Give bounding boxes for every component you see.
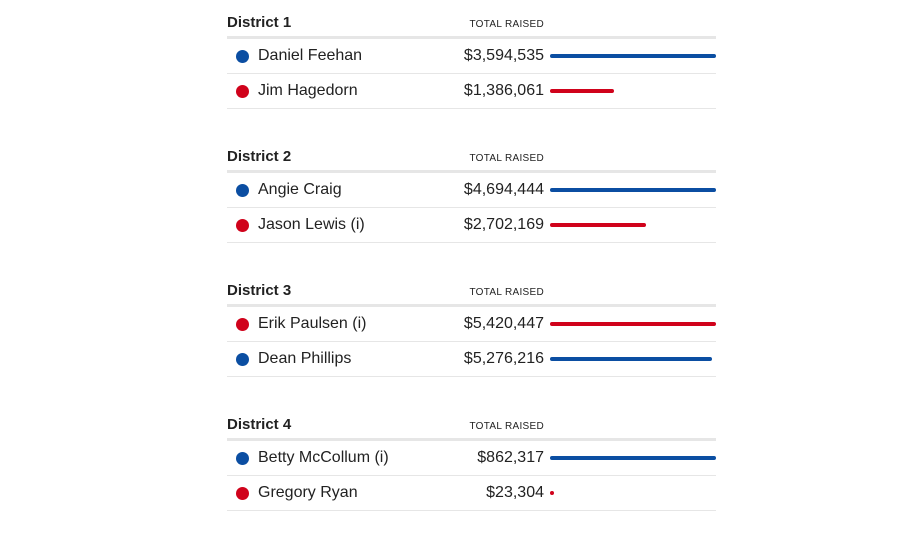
candidate-name: Dean Phillips <box>258 350 352 367</box>
district-header: District 1 TOTAL RAISED <box>227 10 716 39</box>
fundraising-chart: District 1 TOTAL RAISED Daniel Feehan $3,59… <box>227 10 716 546</box>
fundraising-bar <box>550 491 554 495</box>
fundraising-bar <box>550 322 716 326</box>
district-title: District 1 <box>227 14 292 31</box>
party-dot-icon <box>236 85 249 98</box>
total-raised-value: $4,694,444 <box>463 181 544 198</box>
district-title: District 4 <box>227 416 292 433</box>
party-dot-icon <box>236 50 249 63</box>
party-dot-icon <box>236 452 249 465</box>
total-raised-value: $23,304 <box>486 484 544 501</box>
candidate-name: Erik Paulsen (i) <box>258 315 367 332</box>
district-header: District 2 TOTAL RAISED <box>227 144 716 173</box>
district-header: District 3 TOTAL RAISED <box>227 278 716 307</box>
candidate-row: Daniel Feehan $3,594,535 <box>227 39 716 74</box>
party-dot-icon <box>236 353 249 366</box>
candidate-row: Gregory Ryan $23,304 <box>227 476 716 511</box>
candidate-name: Betty McCollum (i) <box>258 449 389 466</box>
district-section: District 4 TOTAL RAISED Betty McCollum (i)… <box>227 412 716 546</box>
fundraising-bar <box>550 188 716 192</box>
candidate-name: Gregory Ryan <box>258 484 358 501</box>
fundraising-bar <box>550 456 716 460</box>
total-raised-value: $862,317 <box>477 449 544 466</box>
district-title: District 3 <box>227 282 292 299</box>
total-raised-value: $2,702,169 <box>463 216 544 233</box>
candidate-row: Dean Phillips $5,276,216 <box>227 342 716 377</box>
party-dot-icon <box>236 487 249 500</box>
district-section: District 3 TOTAL RAISED Erik Paulsen (i) $5… <box>227 278 716 412</box>
party-dot-icon <box>236 318 249 331</box>
fundraising-bar <box>550 54 716 58</box>
district-header: District 4 TOTAL RAISED <box>227 412 716 441</box>
district-section: District 2 TOTAL RAISED Angie Craig $4,694,… <box>227 144 716 278</box>
candidate-row: Jason Lewis (i) $2,702,169 <box>227 208 716 243</box>
candidate-row: Jim Hagedorn $1,386,061 <box>227 74 716 109</box>
total-raised-header: TOTAL RAISED <box>469 153 544 164</box>
total-raised-header: TOTAL RAISED <box>469 287 544 298</box>
fundraising-bar <box>550 89 614 93</box>
total-raised-value: $1,386,061 <box>463 82 544 99</box>
total-raised-header: TOTAL RAISED <box>469 19 544 30</box>
district-section: District 1 TOTAL RAISED Daniel Feehan $3,59… <box>227 10 716 144</box>
total-raised-header: TOTAL RAISED <box>469 421 544 432</box>
candidate-row: Erik Paulsen (i) $5,420,447 <box>227 307 716 342</box>
candidate-name: Jason Lewis (i) <box>258 216 365 233</box>
district-title: District 2 <box>227 148 292 165</box>
candidate-name: Jim Hagedorn <box>258 82 358 99</box>
party-dot-icon <box>236 184 249 197</box>
candidate-name: Angie Craig <box>258 181 342 198</box>
candidate-name: Daniel Feehan <box>258 47 363 64</box>
total-raised-value: $5,420,447 <box>463 315 544 332</box>
party-dot-icon <box>236 219 249 232</box>
candidate-row: Angie Craig $4,694,444 <box>227 173 716 208</box>
fundraising-bar <box>550 357 712 361</box>
candidate-row: Betty McCollum (i) $862,317 <box>227 441 716 476</box>
fundraising-bar <box>550 223 646 227</box>
total-raised-value: $3,594,535 <box>463 47 544 64</box>
total-raised-value: $5,276,216 <box>463 350 544 367</box>
